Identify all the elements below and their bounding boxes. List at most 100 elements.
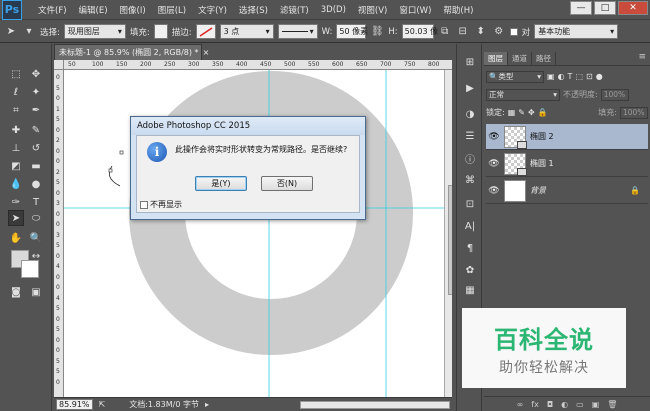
move-tool-icon[interactable]: ✥: [28, 66, 44, 82]
lock-all-icon[interactable]: 🔒: [538, 108, 548, 117]
blur-tool-icon[interactable]: 💧: [8, 176, 24, 192]
anchor-point[interactable]: [119, 150, 124, 155]
eyedropper-icon[interactable]: ✒: [28, 102, 44, 118]
filter-shape-icon[interactable]: ⬚: [575, 72, 583, 81]
vertical-scrollbar[interactable]: [444, 70, 452, 397]
history-brush-icon[interactable]: ↺: [28, 140, 44, 156]
tool-preset-chevron-icon[interactable]: ▾: [22, 25, 36, 39]
visibility-eye-icon[interactable]: 👁: [486, 132, 502, 142]
tab-channels[interactable]: 通道: [508, 52, 532, 65]
menu-3d[interactable]: 3D(D): [315, 5, 352, 15]
lock-position-icon[interactable]: ✥: [528, 108, 535, 117]
export-icon[interactable]: ⇱: [99, 400, 106, 409]
pen-tool-icon[interactable]: ✑: [8, 194, 24, 210]
stroke-type-dropdown[interactable]: ▾: [277, 24, 318, 39]
marquee-tool-icon[interactable]: ⬚: [8, 66, 24, 82]
layer-name[interactable]: 背景: [530, 185, 546, 196]
layer-row[interactable]: 👁 椭圆 2: [486, 124, 648, 150]
menu-view[interactable]: 视图(V): [352, 4, 393, 16]
stroke-swatch[interactable]: [195, 24, 216, 39]
minimize-button[interactable]: —: [570, 1, 592, 15]
opacity-field[interactable]: 100%: [600, 88, 629, 101]
adjustment-layer-icon[interactable]: ◐: [561, 400, 568, 409]
ruler-left[interactable]: 0 5 0 1 5 0 2 0 0 2 5 0 3 0 0 3 5 0 4 0 0 4 5 0 5 0 0 5 5 0: [54, 70, 64, 397]
close-button[interactable]: ✕: [618, 1, 648, 15]
restore-button[interactable]: □: [594, 1, 616, 15]
stroke-size-dropdown[interactable]: 3 点 ▾: [219, 24, 274, 39]
hand-tool-icon[interactable]: ✋: [8, 230, 24, 246]
fill-swatch[interactable]: [153, 24, 168, 39]
healing-brush-icon[interactable]: ✚: [8, 122, 24, 138]
layer-style-icon[interactable]: fx: [531, 400, 539, 409]
delete-layer-icon[interactable]: 🗑: [607, 400, 617, 409]
layer-row[interactable]: 👁 背景 🔒: [486, 178, 648, 204]
menu-file[interactable]: 文件(F): [32, 4, 73, 16]
gradient-icon[interactable]: ▬: [28, 158, 44, 174]
actions-panel-icon[interactable]: ▶: [462, 80, 478, 96]
path-selection-tool-icon[interactable]: ➤: [8, 210, 24, 226]
visibility-eye-icon[interactable]: 👁: [486, 186, 502, 196]
horizontal-scrollbar[interactable]: [300, 401, 450, 409]
gear-icon[interactable]: ⚙: [492, 25, 506, 39]
brush-tool-icon[interactable]: ✎: [28, 122, 44, 138]
info-panel-icon[interactable]: ⓘ: [462, 150, 478, 166]
properties-panel-icon[interactable]: ☰: [462, 128, 478, 144]
layer-name[interactable]: 椭圆 1: [530, 158, 554, 169]
quick-mask-icon[interactable]: ◙: [8, 284, 24, 300]
menu-help[interactable]: 帮助(H): [437, 4, 479, 16]
document-tab[interactable]: 未标题-1 @ 85.9% (椭圆 2, RGB/8) * ×: [54, 44, 209, 60]
layer-thumbnail[interactable]: [504, 125, 527, 149]
filter-smart-icon[interactable]: ⊡: [586, 72, 593, 81]
ellipse-tool-icon[interactable]: ⬭: [28, 210, 44, 226]
brush-panel-icon[interactable]: ⊡: [462, 196, 478, 212]
type-tool-icon[interactable]: T: [28, 194, 44, 210]
status-arrow-icon[interactable]: ▸: [205, 400, 209, 409]
filter-type-icon[interactable]: T: [568, 72, 573, 81]
filter-toggle-icon[interactable]: ●: [596, 72, 603, 81]
blend-mode-dropdown[interactable]: 正常 ▾: [486, 88, 560, 101]
yes-button[interactable]: 是(Y): [195, 176, 247, 191]
zoom-tool-icon[interactable]: 🔍: [28, 230, 44, 246]
fill-field[interactable]: 100%: [620, 106, 648, 119]
screen-mode-icon[interactable]: ▣: [28, 284, 44, 300]
panel-menu-icon[interactable]: ≡: [638, 52, 650, 65]
magic-wand-icon[interactable]: ✦: [28, 84, 44, 100]
new-layer-icon[interactable]: ▣: [592, 400, 600, 409]
background-color-swatch[interactable]: [21, 260, 39, 278]
lasso-tool-icon[interactable]: ℓ: [8, 84, 24, 100]
new-group-icon[interactable]: ▭: [576, 400, 584, 409]
link-layers-icon[interactable]: ∞: [517, 400, 524, 409]
layer-thumbnail[interactable]: [504, 179, 526, 202]
lock-paint-icon[interactable]: ✎: [518, 108, 525, 117]
swatches-panel-icon[interactable]: ✿: [462, 262, 478, 278]
layer-thumbnail[interactable]: [504, 152, 527, 176]
menu-window[interactable]: 窗口(W): [393, 4, 437, 16]
paths-panel-icon[interactable]: ⌘: [462, 172, 478, 188]
dont-show-again[interactable]: 不再显示: [140, 199, 182, 210]
clone-stamp-icon[interactable]: ⊥: [8, 140, 24, 156]
path-ops-icon[interactable]: ⧉: [438, 25, 452, 39]
select-dropdown[interactable]: 现用图层 ▾: [63, 24, 126, 39]
anchor-point[interactable]: [108, 168, 113, 173]
no-button[interactable]: 否(N): [261, 176, 313, 191]
history-panel-icon[interactable]: ⊞: [462, 54, 478, 70]
tab-layers[interactable]: 图层: [484, 52, 508, 65]
dont-show-checkbox[interactable]: [140, 200, 148, 209]
width-field[interactable]: 50 像素: [336, 24, 368, 39]
tab-paths[interactable]: 路径: [532, 52, 556, 65]
zoom-field[interactable]: 85.91%: [56, 399, 93, 410]
dodge-tool-icon[interactable]: ●: [28, 176, 44, 192]
add-mask-icon[interactable]: ◘: [547, 400, 553, 409]
path-select-tool-icon[interactable]: ➤: [4, 25, 18, 39]
menu-image[interactable]: 图像(I): [114, 4, 152, 16]
scroll-thumb[interactable]: [448, 185, 452, 295]
menu-layer[interactable]: 图层(L): [152, 4, 192, 16]
filter-kind-dropdown[interactable]: 🔍 类型 ▾: [486, 70, 544, 83]
visibility-eye-icon[interactable]: 👁: [486, 159, 502, 169]
eraser-icon[interactable]: ◩: [8, 158, 24, 174]
menu-select[interactable]: 选择(S): [233, 4, 274, 16]
menu-type[interactable]: 文字(Y): [192, 4, 233, 16]
adjustments-panel-icon[interactable]: ◑: [462, 106, 478, 122]
path-arrange-icon[interactable]: ⬍: [474, 25, 488, 39]
paragraph-panel-icon[interactable]: ¶: [462, 240, 478, 256]
